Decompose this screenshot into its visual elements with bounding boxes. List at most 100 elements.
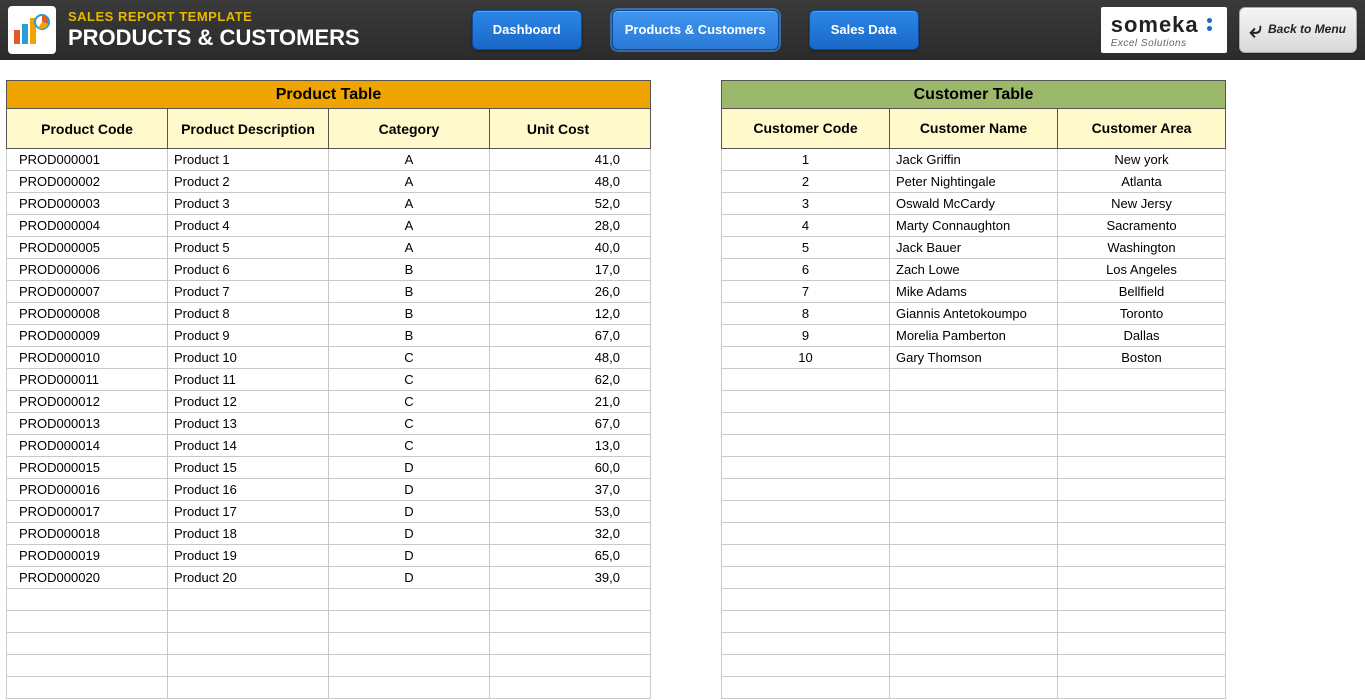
product-cost-cell[interactable]: 37,0 bbox=[490, 479, 651, 501]
empty-cell[interactable] bbox=[890, 655, 1058, 677]
customer-area-cell[interactable]: Boston bbox=[1058, 347, 1226, 369]
product-desc-cell[interactable]: Product 10 bbox=[168, 347, 329, 369]
product-code-cell[interactable]: PROD000017 bbox=[7, 501, 168, 523]
customer-name-cell[interactable]: Jack Bauer bbox=[890, 237, 1058, 259]
product-category-cell[interactable]: C bbox=[329, 435, 490, 457]
empty-cell[interactable] bbox=[1058, 545, 1226, 567]
product-cost-cell[interactable]: 53,0 bbox=[490, 501, 651, 523]
product-desc-cell[interactable]: Product 16 bbox=[168, 479, 329, 501]
customer-code-cell[interactable]: 5 bbox=[722, 237, 890, 259]
customer-name-cell[interactable]: Gary Thomson bbox=[890, 347, 1058, 369]
product-desc-cell[interactable]: Product 14 bbox=[168, 435, 329, 457]
product-category-cell[interactable]: D bbox=[329, 523, 490, 545]
customer-code-cell[interactable]: 7 bbox=[722, 281, 890, 303]
product-desc-cell[interactable]: Product 2 bbox=[168, 171, 329, 193]
empty-cell[interactable] bbox=[490, 633, 651, 655]
empty-cell[interactable] bbox=[1058, 611, 1226, 633]
customer-header-area[interactable]: Customer Area bbox=[1058, 109, 1226, 149]
customer-header-name[interactable]: Customer Name bbox=[890, 109, 1058, 149]
empty-cell[interactable] bbox=[722, 655, 890, 677]
product-header-category[interactable]: Category bbox=[329, 109, 490, 149]
product-code-cell[interactable]: PROD000006 bbox=[7, 259, 168, 281]
empty-cell[interactable] bbox=[1058, 567, 1226, 589]
customer-area-cell[interactable]: Bellfield bbox=[1058, 281, 1226, 303]
customer-code-cell[interactable]: 3 bbox=[722, 193, 890, 215]
empty-cell[interactable] bbox=[329, 633, 490, 655]
empty-cell[interactable] bbox=[890, 589, 1058, 611]
product-category-cell[interactable]: D bbox=[329, 457, 490, 479]
empty-cell[interactable] bbox=[1058, 677, 1226, 699]
product-desc-cell[interactable]: Product 9 bbox=[168, 325, 329, 347]
empty-cell[interactable] bbox=[7, 589, 168, 611]
product-desc-cell[interactable]: Product 6 bbox=[168, 259, 329, 281]
product-code-cell[interactable]: PROD000019 bbox=[7, 545, 168, 567]
empty-cell[interactable] bbox=[1058, 369, 1226, 391]
empty-cell[interactable] bbox=[1058, 457, 1226, 479]
product-header-code[interactable]: Product Code bbox=[7, 109, 168, 149]
customer-area-cell[interactable]: Atlanta bbox=[1058, 171, 1226, 193]
customer-area-cell[interactable]: New Jersy bbox=[1058, 193, 1226, 215]
product-desc-cell[interactable]: Product 20 bbox=[168, 567, 329, 589]
empty-cell[interactable] bbox=[722, 589, 890, 611]
product-cost-cell[interactable]: 39,0 bbox=[490, 567, 651, 589]
product-desc-cell[interactable]: Product 1 bbox=[168, 149, 329, 171]
empty-cell[interactable] bbox=[722, 369, 890, 391]
product-desc-cell[interactable]: Product 4 bbox=[168, 215, 329, 237]
empty-cell[interactable] bbox=[490, 589, 651, 611]
product-category-cell[interactable]: D bbox=[329, 479, 490, 501]
product-desc-cell[interactable]: Product 15 bbox=[168, 457, 329, 479]
empty-cell[interactable] bbox=[490, 655, 651, 677]
product-desc-cell[interactable]: Product 3 bbox=[168, 193, 329, 215]
product-desc-cell[interactable]: Product 12 bbox=[168, 391, 329, 413]
product-code-cell[interactable]: PROD000012 bbox=[7, 391, 168, 413]
empty-cell[interactable] bbox=[890, 523, 1058, 545]
product-code-cell[interactable]: PROD000002 bbox=[7, 171, 168, 193]
customer-area-cell[interactable]: Washington bbox=[1058, 237, 1226, 259]
customer-area-cell[interactable]: Toronto bbox=[1058, 303, 1226, 325]
product-code-cell[interactable]: PROD000007 bbox=[7, 281, 168, 303]
customer-area-cell[interactable]: New york bbox=[1058, 149, 1226, 171]
product-category-cell[interactable]: D bbox=[329, 545, 490, 567]
empty-cell[interactable] bbox=[7, 611, 168, 633]
product-code-cell[interactable]: PROD000005 bbox=[7, 237, 168, 259]
product-category-cell[interactable]: A bbox=[329, 193, 490, 215]
empty-cell[interactable] bbox=[722, 391, 890, 413]
product-cost-cell[interactable]: 12,0 bbox=[490, 303, 651, 325]
customer-name-cell[interactable]: Morelia Pamberton bbox=[890, 325, 1058, 347]
empty-cell[interactable] bbox=[1058, 501, 1226, 523]
customer-code-cell[interactable]: 8 bbox=[722, 303, 890, 325]
product-category-cell[interactable]: C bbox=[329, 413, 490, 435]
product-code-cell[interactable]: PROD000004 bbox=[7, 215, 168, 237]
customer-name-cell[interactable]: Marty Connaughton bbox=[890, 215, 1058, 237]
product-code-cell[interactable]: PROD000013 bbox=[7, 413, 168, 435]
empty-cell[interactable] bbox=[1058, 523, 1226, 545]
customer-code-cell[interactable]: 10 bbox=[722, 347, 890, 369]
empty-cell[interactable] bbox=[1058, 633, 1226, 655]
product-cost-cell[interactable]: 48,0 bbox=[490, 171, 651, 193]
product-desc-cell[interactable]: Product 8 bbox=[168, 303, 329, 325]
product-cost-cell[interactable]: 52,0 bbox=[490, 193, 651, 215]
empty-cell[interactable] bbox=[890, 391, 1058, 413]
product-cost-cell[interactable]: 32,0 bbox=[490, 523, 651, 545]
empty-cell[interactable] bbox=[722, 457, 890, 479]
product-desc-cell[interactable]: Product 19 bbox=[168, 545, 329, 567]
empty-cell[interactable] bbox=[1058, 435, 1226, 457]
customer-name-cell[interactable]: Mike Adams bbox=[890, 281, 1058, 303]
empty-cell[interactable] bbox=[329, 655, 490, 677]
product-cost-cell[interactable]: 17,0 bbox=[490, 259, 651, 281]
empty-cell[interactable] bbox=[890, 435, 1058, 457]
empty-cell[interactable] bbox=[1058, 589, 1226, 611]
customer-name-cell[interactable]: Peter Nightingale bbox=[890, 171, 1058, 193]
customer-code-cell[interactable]: 4 bbox=[722, 215, 890, 237]
customer-code-cell[interactable]: 2 bbox=[722, 171, 890, 193]
nav-dashboard-button[interactable]: Dashboard bbox=[472, 10, 582, 50]
empty-cell[interactable] bbox=[490, 677, 651, 699]
product-desc-cell[interactable]: Product 11 bbox=[168, 369, 329, 391]
empty-cell[interactable] bbox=[722, 501, 890, 523]
product-cost-cell[interactable]: 41,0 bbox=[490, 149, 651, 171]
empty-cell[interactable] bbox=[722, 545, 890, 567]
customer-area-cell[interactable]: Sacramento bbox=[1058, 215, 1226, 237]
customer-code-cell[interactable]: 9 bbox=[722, 325, 890, 347]
product-code-cell[interactable]: PROD000011 bbox=[7, 369, 168, 391]
empty-cell[interactable] bbox=[890, 413, 1058, 435]
